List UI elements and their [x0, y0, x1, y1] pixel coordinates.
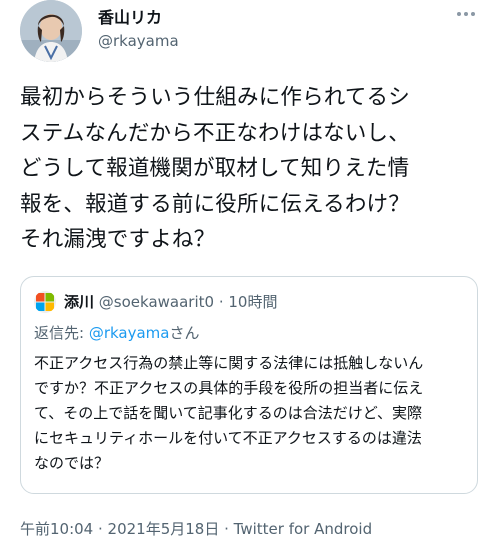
- quoted-header: 添川 @soekawaarit0 · 10時間: [64, 291, 277, 313]
- tweet-meta: 午前10:04 · 2021年5月18日 · Twitter for Andro…: [20, 518, 372, 539]
- dot: [464, 12, 468, 16]
- separator: ·: [218, 293, 224, 311]
- reply-suffix: さん: [169, 324, 200, 342]
- quoted-text: 不正アクセス行為の禁止等に関する法律には抵触しないん ですか？不正アクセスの具体…: [34, 354, 424, 472]
- reply-to-handle[interactable]: @rkayama: [89, 324, 170, 342]
- author-handle[interactable]: @rkayama: [98, 32, 179, 50]
- tweet: 香山リカ @rkayama 最初からそういう仕組みに作られてるシ ステムなんだか…: [0, 0, 500, 550]
- tweet-date[interactable]: 2021年5月18日: [108, 520, 220, 538]
- tweet-time[interactable]: 午前10:04: [20, 520, 93, 538]
- tweet-source[interactable]: Twitter for Android: [234, 520, 372, 538]
- author-name[interactable]: 香山リカ: [98, 4, 162, 28]
- quoted-author-name[interactable]: 添川: [64, 293, 94, 311]
- reply-prefix: 返信先:: [34, 324, 89, 342]
- quoted-author-handle[interactable]: @soekawaarit0: [99, 293, 214, 311]
- quoted-timestamp[interactable]: 10時間: [228, 293, 277, 311]
- tweet-text: 最初からそういう仕組みに作られてるシ ステムなんだから不正なわけはないし、 どう…: [20, 85, 410, 252]
- meta-separator: ·: [219, 520, 234, 538]
- reply-to-line: 返信先: @rkayamaさん: [34, 322, 200, 344]
- quoted-tweet[interactable]: 添川 @soekawaarit0 · 10時間 返信先: @rkayamaさん …: [20, 276, 478, 494]
- dot: [471, 12, 475, 16]
- tweet-header: 香山リカ @rkayama: [20, 0, 480, 74]
- author-avatar[interactable]: [20, 0, 82, 62]
- ellipsis-icon[interactable]: [452, 4, 480, 24]
- meta-separator: ·: [93, 520, 108, 538]
- quoted-author-avatar[interactable]: [34, 291, 56, 313]
- dot: [457, 12, 461, 16]
